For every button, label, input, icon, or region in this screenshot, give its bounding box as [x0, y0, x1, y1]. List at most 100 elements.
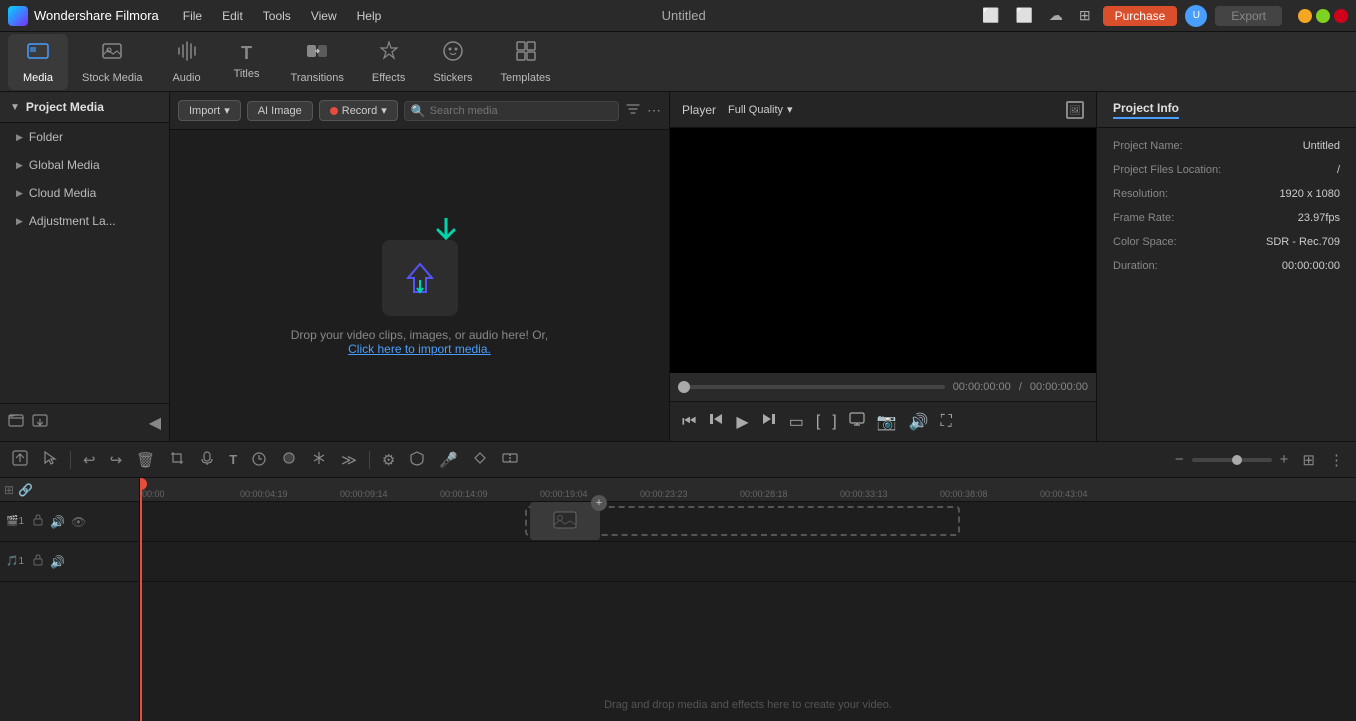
avatar-icon[interactable]: U [1185, 5, 1207, 27]
color-icon[interactable] [277, 448, 301, 472]
clip-add-button[interactable]: + [591, 495, 607, 511]
menu-file[interactable]: File [175, 7, 210, 25]
shield-tl-icon[interactable] [405, 448, 429, 472]
player-progress-handle[interactable] [678, 381, 690, 393]
audio-icon-tl[interactable] [195, 448, 219, 472]
left-panel-item-adjustment[interactable]: ▶ Adjustment La... [0, 207, 169, 235]
audio-track-lock-icon[interactable] [32, 554, 44, 569]
fullscreen-icon[interactable]: ⛶ [941, 413, 952, 431]
export-button[interactable]: Export [1215, 6, 1282, 26]
step-back-icon[interactable] [708, 411, 724, 432]
toolbar-templates[interactable]: Templates [486, 34, 564, 90]
zoom-slider[interactable] [1192, 458, 1272, 462]
media-search[interactable]: 🔍 [404, 101, 619, 121]
zoom-slider-handle[interactable] [1232, 455, 1242, 465]
ai-image-label: AI Image [258, 105, 302, 117]
zoom-out-icon[interactable]: − [1171, 449, 1188, 470]
media-label: Media [23, 72, 53, 84]
freeze-icon[interactable] [307, 448, 331, 472]
menu-view[interactable]: View [303, 7, 345, 25]
video-track-lock-icon[interactable] [32, 514, 44, 529]
import-link[interactable]: Click here to import media. [348, 342, 491, 356]
left-panel-item-cloud-media[interactable]: ▶ Cloud Media [0, 179, 169, 207]
quality-selector[interactable]: Full Quality ▾ [728, 103, 793, 116]
audio-track-vol-icon[interactable]: 🔊 [50, 555, 65, 569]
import-chevron-icon: ▾ [224, 104, 230, 117]
left-panel-item-folder[interactable]: ▶ Folder [0, 123, 169, 151]
link-track-icon[interactable]: 🔗 [18, 483, 33, 497]
crop-icon[interactable] [165, 448, 189, 472]
tl-sep-1 [70, 451, 71, 469]
menu-tools[interactable]: Tools [255, 7, 299, 25]
selection-tool-icon[interactable] [38, 448, 62, 472]
ruler-mark-9: 00:00:43:04 [1040, 489, 1088, 499]
mark-in-bracket-icon[interactable]: [ [816, 413, 820, 431]
split-icon[interactable] [498, 448, 522, 472]
player-progress-bar[interactable] [678, 385, 945, 389]
filter-icon[interactable] [625, 101, 641, 120]
record-button[interactable]: Record ▾ [319, 100, 398, 121]
menu-help[interactable]: Help [349, 7, 390, 25]
cloud-icon[interactable]: ☁ [1045, 5, 1067, 26]
volume-icon[interactable]: 🔊 [909, 412, 929, 432]
video-track-eye-icon[interactable]: 👁 [71, 515, 86, 529]
play-icon[interactable]: ▶ [736, 412, 748, 432]
mark-out-bracket-icon[interactable]: ] [832, 413, 836, 431]
project-location-label: Project Files Location: [1113, 164, 1221, 176]
toolbar-titles[interactable]: T Titles [217, 37, 277, 86]
timeline-edit-mode-icon[interactable] [8, 448, 32, 472]
minimize-button[interactable]: — [1298, 9, 1312, 23]
monitor-icon[interactable] [849, 411, 865, 432]
grid-icon[interactable]: ⊞ [1075, 5, 1095, 26]
toolbar-media[interactable]: Media [8, 34, 68, 90]
video-track-vol-icon[interactable]: 🔊 [50, 515, 65, 529]
text-icon-tl[interactable]: T [225, 450, 241, 469]
toolbar-transitions[interactable]: Transitions [277, 34, 358, 90]
toolbar-stickers[interactable]: Stickers [419, 34, 486, 90]
timeline-ruler-left: ⊞ 🔗 [0, 478, 139, 502]
import-button[interactable]: Import ▾ [178, 100, 241, 121]
screen-icon[interactable]: ⬜ [1011, 5, 1036, 26]
keyframe-tl-icon[interactable] [468, 448, 492, 472]
player-image-icon[interactable]: 🖼 [1066, 100, 1084, 120]
mark-in-icon[interactable]: ▭ [789, 412, 804, 432]
maximize-button[interactable]: □ [1316, 9, 1330, 23]
search-input[interactable] [430, 105, 612, 117]
titlebar: Wondershare Filmora File Edit Tools View… [0, 0, 1356, 32]
settings-tl-icon[interactable]: ⚙ [378, 449, 399, 471]
redo-icon[interactable]: ↪ [106, 449, 127, 471]
folder-arrow-icon: ▶ [16, 132, 23, 143]
add-track-icon[interactable]: ⊞ [4, 483, 14, 497]
tl-more-options-icon[interactable]: ⋮ [1325, 449, 1348, 471]
menu-edit[interactable]: Edit [214, 7, 251, 25]
cast-icon[interactable]: ⬜ [978, 5, 1003, 26]
purchase-button[interactable]: Purchase [1103, 6, 1178, 26]
undo-icon[interactable]: ↩ [79, 449, 100, 471]
left-panel-item-global-media[interactable]: ▶ Global Media [0, 151, 169, 179]
toolbar-audio[interactable]: Audio [157, 34, 217, 90]
ai-image-button[interactable]: AI Image [247, 101, 313, 121]
import-folder-icon[interactable] [32, 412, 48, 433]
video-track-label: 🎬1 [6, 516, 26, 527]
add-folder-icon[interactable] [8, 412, 24, 433]
project-info-tab[interactable]: Project Info [1113, 101, 1179, 119]
clip-thumbnail-container[interactable]: + [530, 502, 600, 540]
toolbar-effects[interactable]: Effects [358, 34, 419, 90]
speed-icon[interactable] [247, 448, 271, 472]
mic-tl-icon[interactable]: 🎤 [435, 449, 462, 471]
toolbar-stock-media[interactable]: Stock Media [68, 34, 157, 90]
more-options-icon[interactable]: ⋯ [647, 102, 661, 119]
adjustment-arrow-icon: ▶ [16, 216, 23, 227]
collapse-icon[interactable]: ◀ [149, 413, 161, 433]
global-media-label: Global Media [29, 158, 100, 172]
delete-icon[interactable]: 🗑 [132, 449, 159, 471]
zoom-in-icon[interactable]: + [1276, 449, 1293, 470]
close-button[interactable]: ✕ [1334, 9, 1348, 23]
more-tl-icon[interactable]: ≫ [337, 449, 361, 471]
skip-back-icon[interactable]: ⏮ [682, 413, 696, 431]
tl-grid-icon[interactable]: ⊞ [1298, 449, 1319, 471]
duration-label: Duration: [1113, 260, 1158, 272]
frame-rate-label: Frame Rate: [1113, 212, 1174, 224]
snapshot-icon[interactable]: 📷 [877, 412, 897, 432]
step-forward-icon[interactable] [761, 411, 777, 432]
